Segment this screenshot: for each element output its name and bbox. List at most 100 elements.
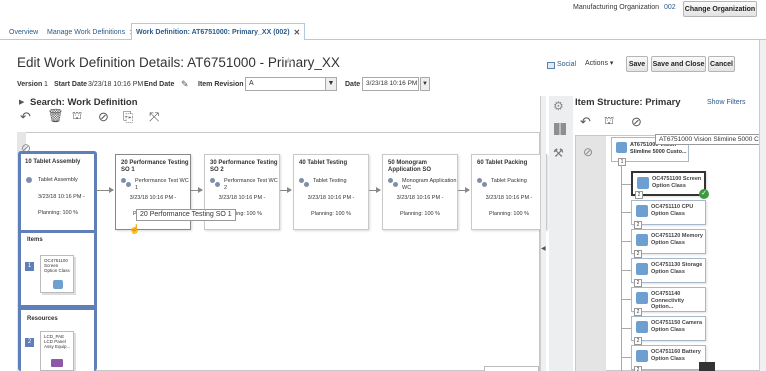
cube-icon bbox=[636, 263, 648, 275]
change-organization-button[interactable]: Change Organization bbox=[683, 1, 757, 17]
item-card[interactable]: OC4751100 Screen Option Class bbox=[40, 255, 74, 293]
dropdown-arrow-icon: ▾ bbox=[609, 60, 614, 67]
selected-check-icon: ✓ bbox=[699, 189, 709, 199]
cube-icon bbox=[637, 177, 649, 189]
panel-splitter[interactable] bbox=[540, 96, 546, 371]
org-value-link[interactable]: 002 bbox=[664, 4, 676, 11]
flow-arrow bbox=[280, 187, 292, 193]
tab-overview[interactable]: Overview bbox=[9, 25, 38, 40]
undo-icon[interactable]: ↶ bbox=[580, 115, 591, 128]
operation-card-40[interactable]: 40 Tablet Testing Tablet Testing 3/23/18… bbox=[293, 154, 369, 230]
social-icon[interactable] bbox=[547, 62, 555, 69]
option-class-node[interactable]: OC4751100 Screen Option Class 2 ✓ bbox=[631, 171, 709, 199]
tab-work-definition[interactable]: Work Definition: AT6751000: Primary_XX (… bbox=[131, 23, 306, 40]
option-class-node[interactable]: OC4751150 Camera Option Class 2 bbox=[631, 316, 706, 345]
tree-connector bbox=[621, 212, 631, 213]
cube-icon bbox=[53, 280, 63, 289]
operation-card-60[interactable]: 60 Tablet Packing Tablet Packing 3/23/18… bbox=[471, 154, 547, 230]
org-label: Manufacturing Organization bbox=[573, 4, 659, 11]
operation-planning: Planning: 100 % bbox=[38, 210, 79, 216]
tree-connector bbox=[621, 357, 631, 358]
right-edge-bar bbox=[759, 40, 766, 371]
tab-manage-work-definitions[interactable]: Manage Work Definitions✕ bbox=[47, 25, 136, 40]
hand-cursor-icon: ☝ bbox=[129, 224, 141, 234]
item-revision-select[interactable]: A ▼ bbox=[245, 77, 337, 91]
check-circle-icon[interactable]: ⊘ bbox=[98, 110, 109, 123]
operation-title: 10 Tablet Assembly bbox=[25, 159, 81, 165]
workcenter-icon bbox=[26, 177, 32, 183]
collapse-arrow-icon[interactable]: ◀ bbox=[541, 245, 546, 252]
save-button[interactable]: Save bbox=[626, 56, 648, 72]
option-class-node[interactable]: OC4751120 Memory Option Class 2 bbox=[631, 229, 706, 258]
cancel-button[interactable]: Cancel bbox=[708, 56, 735, 72]
edit-pencil-icon[interactable]: ✎ bbox=[181, 79, 189, 90]
flow-arrow bbox=[458, 187, 470, 193]
basket-icon[interactable]: ⛫ bbox=[604, 116, 614, 127]
workcenter-icon bbox=[299, 178, 311, 188]
tree-connector bbox=[621, 328, 631, 329]
save-and-close-button[interactable]: Save and Close bbox=[651, 56, 706, 72]
cube-icon bbox=[636, 350, 648, 362]
palette-check-icon[interactable]: ⊘ bbox=[583, 145, 593, 159]
start-date-value: 3/23/18 10:16 PM bbox=[88, 81, 144, 88]
fit-to-screen-icon[interactable]: ⤧ bbox=[149, 110, 159, 123]
basket-icon[interactable]: ⛫ bbox=[72, 111, 82, 122]
resource-card[interactable]: LCD_PAE LCD Panel Assy Equip... bbox=[40, 331, 74, 371]
items-section: Items 1 OC4751100 Screen Option Class bbox=[21, 233, 94, 305]
operation-card-50[interactable]: 50 Monogram Application SO Monogram Appl… bbox=[382, 154, 458, 230]
date-input[interactable]: 3/23/18 10:16 PM bbox=[362, 77, 419, 91]
check-circle-icon[interactable]: ⊘ bbox=[631, 115, 642, 128]
root-item-tooltip: AT6751000 Vision Slimline 5000 Custo bbox=[655, 134, 766, 145]
actions-menu[interactable]: Actions ▾ bbox=[585, 59, 613, 67]
expand-triangle-icon[interactable]: ▶ bbox=[19, 98, 24, 106]
undo-icon[interactable]: ↶ bbox=[20, 110, 31, 123]
search-section-title: Search: Work Definition bbox=[30, 97, 138, 108]
show-filters-link[interactable]: Show Filters bbox=[707, 99, 746, 106]
item-structure-title: Item Structure: Primary bbox=[575, 97, 681, 108]
resource-icon bbox=[51, 359, 63, 367]
flow-arrow bbox=[369, 187, 381, 193]
structure-blocks-icon[interactable] bbox=[554, 123, 566, 135]
option-class-node[interactable]: OC4751130 Storage Option Class 2 bbox=[631, 258, 706, 287]
overview-thumbnail[interactable] bbox=[484, 366, 539, 371]
resources-title: Resources bbox=[27, 316, 58, 322]
option-class-node[interactable]: OC4751140 Connectivity Option... 2 bbox=[631, 287, 706, 316]
workcenter-icon bbox=[388, 178, 400, 188]
items-badge: 1 bbox=[25, 262, 34, 271]
calendar-icon[interactable]: ▼ bbox=[420, 77, 430, 91]
version-label: Version bbox=[17, 81, 43, 88]
delete-trash-icon[interactable]: 🗑 bbox=[47, 109, 64, 122]
workcenter-icon bbox=[477, 178, 489, 188]
tools-icon[interactable]: ⚒ bbox=[553, 146, 564, 160]
tree-connector bbox=[621, 184, 631, 185]
operation-tooltip: 20 Performance Testing SO 1 bbox=[136, 209, 236, 221]
date-label: Date bbox=[345, 81, 361, 88]
item-structure-toolstrip bbox=[549, 96, 573, 371]
tree-connector bbox=[621, 299, 631, 300]
cube-icon bbox=[636, 234, 648, 246]
favorite-star-icon[interactable]: ★ bbox=[284, 56, 293, 67]
item-revision-label: Item Revision bbox=[198, 81, 244, 88]
start-date-label: Start Date bbox=[54, 81, 88, 88]
social-link[interactable]: Social bbox=[557, 61, 576, 68]
item-structure-left-strip bbox=[576, 136, 606, 371]
end-date-label: End Date bbox=[144, 81, 175, 88]
tree-connector bbox=[621, 270, 631, 271]
cube-icon bbox=[636, 205, 648, 217]
export-icon[interactable]: ⎘ bbox=[123, 110, 133, 123]
cube-icon bbox=[616, 142, 627, 153]
workcenter-icon bbox=[210, 178, 222, 188]
resources-badge: 2 bbox=[25, 338, 34, 347]
chevron-down-icon[interactable]: ▼ bbox=[325, 78, 336, 90]
flow-arrow bbox=[191, 187, 203, 193]
version-value: 1 bbox=[44, 81, 48, 88]
option-class-node[interactable]: OC4751160 Battery Option Class 2 bbox=[631, 345, 706, 371]
close-icon[interactable]: ✕ bbox=[294, 28, 301, 37]
cube-icon bbox=[636, 292, 648, 304]
flow-arrow bbox=[96, 187, 114, 193]
gear-icon[interactable]: ⚙ bbox=[553, 99, 564, 113]
option-class-node[interactable]: OC4751110 CPU Option Class 2 bbox=[631, 200, 706, 229]
workcenter-name: Tablet Assembly bbox=[38, 177, 78, 183]
operation-10-card[interactable]: 10 Tablet Assembly Tablet Assembly 3/23/… bbox=[21, 154, 94, 230]
overview-thumbnail[interactable] bbox=[699, 362, 715, 371]
